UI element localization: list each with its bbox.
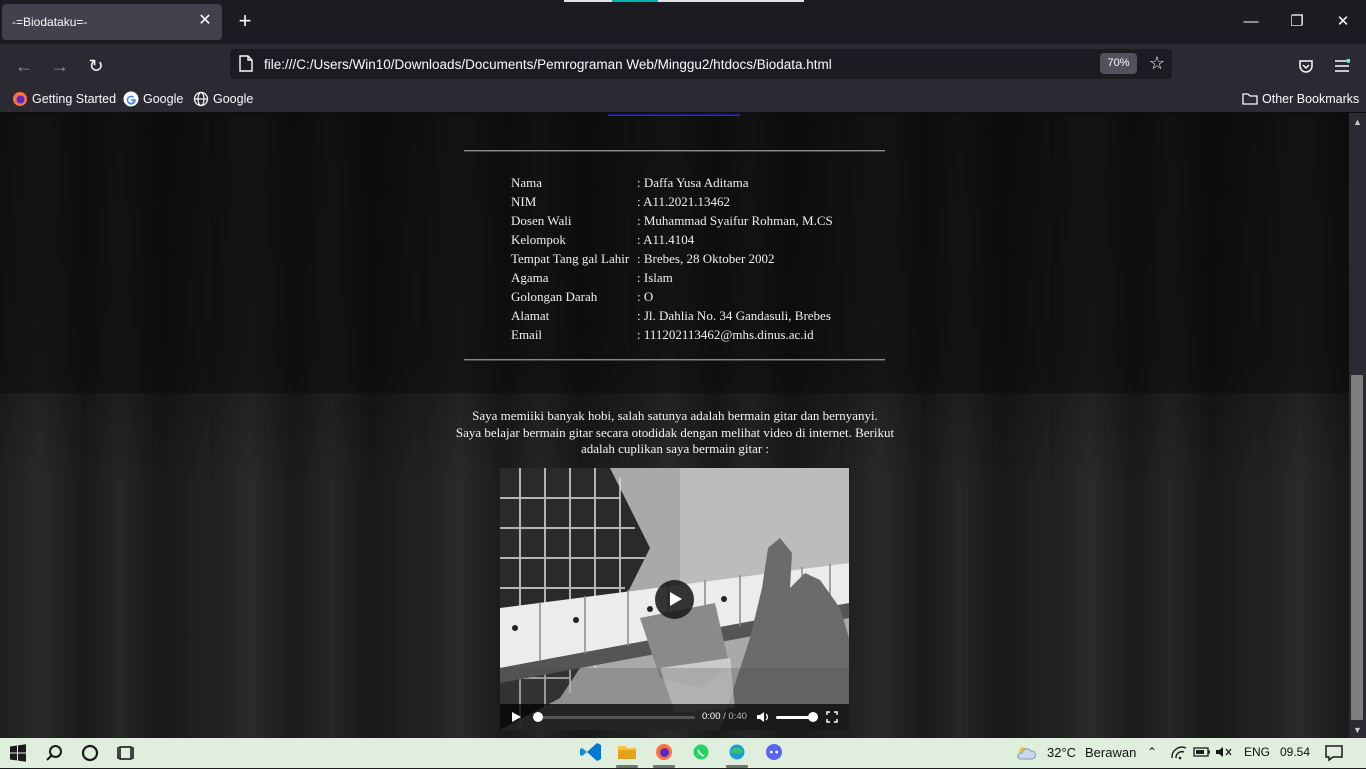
- notification-icon[interactable]: [1322, 741, 1346, 765]
- fullscreen-icon[interactable]: [826, 711, 838, 723]
- biodata-row: NIM: A11.2021.13462: [511, 194, 731, 209]
- play-overlay-button[interactable]: [655, 580, 694, 619]
- bookmarks-toolbar: Getting Started Google Google Other Book…: [0, 86, 1366, 113]
- biodata-row: Email: 111202113462@mhs.dinus.ac.id: [511, 327, 814, 342]
- firefox-icon: [13, 92, 27, 106]
- weather-temperature[interactable]: 32°C: [1047, 745, 1076, 760]
- taskbar-file-explorer[interactable]: [611, 740, 643, 768]
- bookmark-google-1[interactable]: Google: [123, 91, 183, 109]
- vscode-icon: [580, 743, 601, 761]
- tray-chevron-up-icon[interactable]: ⌃: [1147, 745, 1157, 759]
- header-banner-image: [608, 113, 740, 116]
- system-clock[interactable]: 09.54: [1280, 745, 1310, 759]
- hobby-text-line: Saya belajar bermain gitar secara otodid…: [455, 424, 895, 440]
- new-tab-button[interactable]: +: [234, 10, 256, 32]
- windows-start-icon[interactable]: [6, 741, 30, 765]
- taskbar-firefox[interactable]: [648, 740, 680, 768]
- file-explorer-icon: [618, 746, 636, 759]
- navigation-toolbar: ← → ↻ file:///C:/Users/Win10/Downloads/D…: [0, 44, 1366, 86]
- firefox-icon: [656, 744, 672, 760]
- reload-button[interactable]: ↻: [83, 53, 109, 79]
- minimize-button[interactable]: —: [1239, 10, 1263, 34]
- whatsapp-icon: [693, 744, 709, 760]
- bookmark-google-2[interactable]: Google: [193, 91, 253, 109]
- hobby-paragraph: Saya memiiki banyak hobi, salah satunya …: [440, 408, 910, 458]
- back-button[interactable]: ←: [11, 53, 37, 79]
- windows-taskbar: 32°C Berawan ⌃ ENG 09.54: [0, 738, 1366, 768]
- volume-muted-icon[interactable]: [1215, 745, 1233, 759]
- menu-hamburger-icon[interactable]: [1329, 53, 1355, 79]
- biodata-row: Golongan Darah: O: [511, 289, 654, 304]
- zoom-level-button[interactable]: 70%: [1100, 53, 1137, 74]
- guitar-video-player[interactable]: 0:00 / 0:40: [500, 468, 849, 730]
- other-bookmarks-folder[interactable]: Other Bookmarks: [1242, 91, 1359, 109]
- taskbar-discord[interactable]: [758, 740, 790, 768]
- volume-icon[interactable]: [756, 710, 770, 724]
- address-bar[interactable]: file:///C:/Users/Win10/Downloads/Documen…: [230, 49, 1172, 79]
- seek-bar[interactable]: [538, 716, 695, 719]
- discord-icon: [766, 744, 782, 760]
- biodata-row: Kelompok: A11.4104: [511, 232, 695, 247]
- page-scrollbar[interactable]: ▲ ▼: [1349, 113, 1366, 738]
- hobby-text-line: Saya memiiki banyak hobi, salah satunya …: [472, 408, 878, 423]
- bookmark-star-icon[interactable]: ☆: [1146, 52, 1168, 74]
- biodata-table: Nama: Daffa Yusa Aditama NIM: A11.2021.1…: [511, 173, 833, 344]
- video-time: 0:00 / 0:40: [702, 711, 747, 722]
- biodata-row: Tempat Tang gal Lahir: Brebes, 28 Oktobe…: [511, 251, 775, 266]
- scrollbar-thumb[interactable]: [1351, 375, 1363, 720]
- biodata-row: Nama: Daffa Yusa Aditama: [511, 175, 749, 190]
- input-language[interactable]: ENG: [1244, 745, 1270, 759]
- search-icon[interactable]: [42, 741, 66, 765]
- bookmark-getting-started[interactable]: Getting Started: [12, 91, 116, 109]
- video-controls-bar: 0:00 / 0:40: [500, 704, 849, 730]
- seek-handle[interactable]: [533, 712, 543, 722]
- globe-icon: [193, 91, 209, 107]
- biodata-row: Agama: Islam: [511, 270, 673, 285]
- restore-button[interactable]: ❐: [1285, 10, 1309, 34]
- pocket-icon[interactable]: [1293, 53, 1319, 79]
- biodata-row: Alamat: Jl. Dahlia No. 34 Gandasuli, Bre…: [511, 308, 831, 323]
- tab-close-icon[interactable]: ✕: [196, 12, 214, 30]
- taskbar-vscode[interactable]: [575, 740, 607, 768]
- scroll-down-arrow-icon[interactable]: ▼: [1353, 725, 1362, 735]
- url-text[interactable]: file:///C:/Users/Win10/Downloads/Documen…: [264, 57, 832, 72]
- browser-tab-active[interactable]: -=Biodataku=- ✕: [2, 4, 222, 40]
- wifi-icon[interactable]: [1170, 742, 1188, 762]
- forward-button[interactable]: →: [47, 53, 73, 79]
- google-icon: [123, 91, 139, 107]
- play-icon[interactable]: [512, 712, 521, 722]
- tab-title: -=Biodataku=-: [12, 15, 88, 29]
- divider-top: [464, 150, 885, 152]
- tab-bar: -=Biodataku=- ✕ + — ❐ ✕: [0, 0, 1366, 44]
- close-window-button[interactable]: ✕: [1331, 10, 1355, 34]
- folder-icon: [1242, 93, 1258, 105]
- taskbar-whatsapp[interactable]: [685, 740, 717, 768]
- weather-cloud-icon[interactable]: [1014, 741, 1038, 765]
- edge-icon: [729, 744, 745, 760]
- biodata-row: Dosen Wali: Muhammad Syaifur Rohman, M.C…: [511, 213, 833, 228]
- scroll-up-arrow-icon[interactable]: ▲: [1353, 117, 1362, 127]
- weather-description[interactable]: Berawan: [1085, 745, 1136, 760]
- volume-handle[interactable]: [808, 712, 818, 722]
- battery-icon[interactable]: [1193, 745, 1211, 759]
- page-icon: [239, 55, 253, 72]
- window-drag-strip: [564, 0, 804, 2]
- page-content: Nama: Daffa Yusa Aditama NIM: A11.2021.1…: [0, 113, 1349, 738]
- task-view-icon[interactable]: [114, 741, 138, 765]
- cortana-icon[interactable]: [78, 741, 102, 765]
- divider-bottom: [464, 359, 885, 361]
- hobby-text-line: adalah cuplikan saya bermain gitar :: [580, 441, 770, 456]
- taskbar-edge[interactable]: [721, 740, 753, 768]
